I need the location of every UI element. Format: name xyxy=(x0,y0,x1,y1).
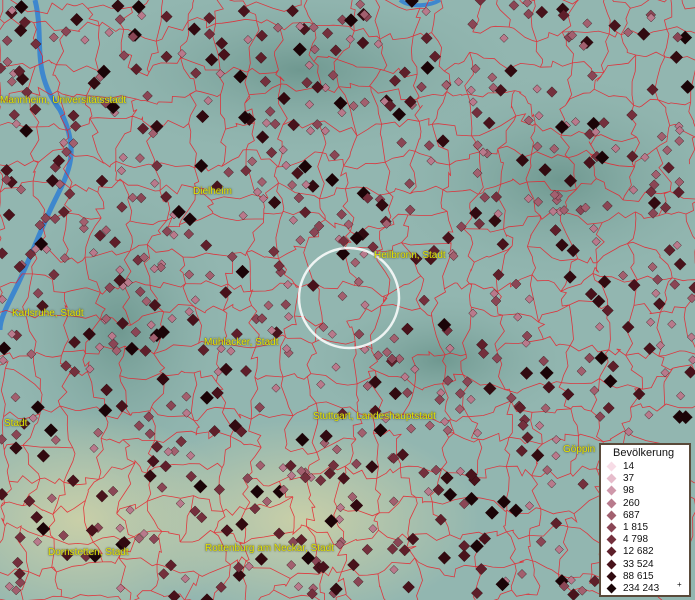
legend-label: 234 243 xyxy=(623,582,660,594)
legend-swatch xyxy=(606,534,617,545)
legend-label: 88 615 xyxy=(623,570,654,582)
city-label-mannheim: Mannheim, Universitätsstadt xyxy=(0,95,127,106)
legend-row: 687 xyxy=(601,510,689,522)
legend-row: 1 815 xyxy=(601,522,689,534)
legend-swatch xyxy=(606,583,617,594)
legend-swatch xyxy=(606,522,617,533)
legend-swatch xyxy=(606,510,617,521)
legend-row: 4 798 xyxy=(601,534,689,546)
legend-swatch xyxy=(606,485,617,496)
legend-row: 98 xyxy=(601,485,689,497)
legend-swatch xyxy=(606,461,617,472)
city-label-dornstetten: Dornstetten, Stadt xyxy=(48,547,129,558)
legend-swatch xyxy=(606,473,617,484)
legend-title: Bevölkerung xyxy=(613,447,675,459)
map-canvas[interactable] xyxy=(0,0,695,600)
legend-row: 14 xyxy=(601,461,689,473)
legend-label: 12 682 xyxy=(623,546,654,558)
legend-label: 98 xyxy=(623,485,635,497)
city-label-dielheim: Dielheim xyxy=(193,186,232,197)
legend-label: 33 524 xyxy=(623,558,654,570)
legend-label: 14 xyxy=(623,461,635,472)
legend-row: 33 524 xyxy=(601,559,689,571)
city-label-heilbronn: Heilbronn, Stadt xyxy=(374,250,446,261)
legend-label: 4 798 xyxy=(623,534,649,546)
legend-label: 260 xyxy=(623,497,640,509)
legend-row: 260 xyxy=(601,498,689,510)
city-label-muehlacker: Mühlacker, Stadt xyxy=(204,337,279,348)
legend-row: 37 xyxy=(601,473,689,485)
legend-label: 1 815 xyxy=(623,521,649,533)
legend-swatch xyxy=(606,498,617,509)
legend-label: 37 xyxy=(623,473,635,485)
legend-row: 88 615 xyxy=(601,571,689,583)
legend-row: 12 682 xyxy=(601,546,689,558)
legend-swatch xyxy=(606,546,617,557)
legend-row: 234 243 + xyxy=(601,579,689,595)
legend-plus: + xyxy=(677,579,682,589)
city-label-rottenburg: Rottenburg am Neckar, Stadt xyxy=(205,543,334,554)
population-legend: Bevölkerung 14 37 98 260 687 1 815 4 798… xyxy=(599,443,691,597)
legend-swatch xyxy=(606,559,617,569)
city-label-karlsruhe: Karlsruhe, Stadt xyxy=(12,308,84,319)
city-label-stuttgart: Stuttgart, Landeshauptstadt xyxy=(313,411,436,422)
legend-label: 687 xyxy=(623,509,640,521)
city-label-stadt: Stadt xyxy=(4,418,28,429)
legend-swatch xyxy=(606,571,617,582)
city-label-goeppingen: Göppin xyxy=(563,444,596,455)
